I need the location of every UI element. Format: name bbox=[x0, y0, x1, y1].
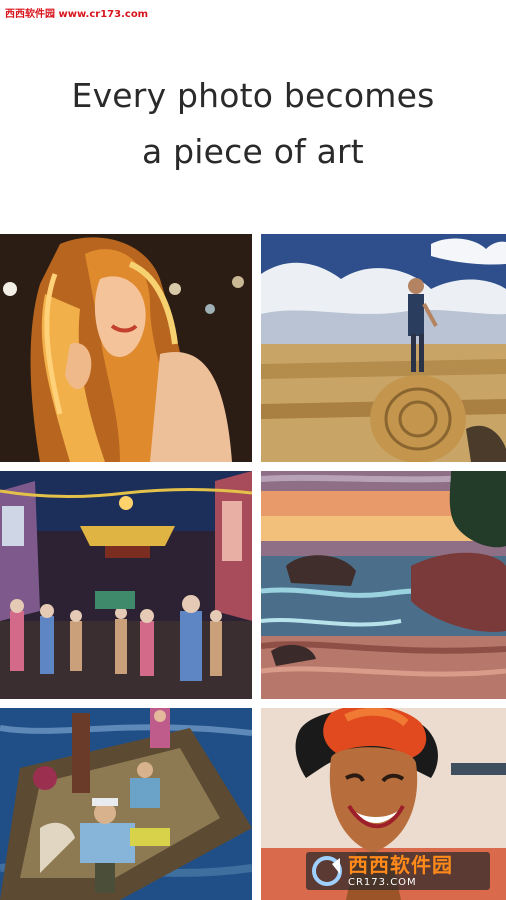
headline-line-2: a piece of art bbox=[142, 132, 364, 171]
gallery-photo-seashore[interactable] bbox=[261, 471, 506, 699]
watermark-logo-icon bbox=[310, 854, 344, 888]
artwork-seashore bbox=[261, 471, 506, 699]
headline: Every photo becomes a piece of art bbox=[0, 68, 506, 180]
gallery-photo-hay-bale[interactable] bbox=[261, 234, 506, 462]
artwork-boat bbox=[0, 708, 252, 900]
headline-line-1: Every photo becomes bbox=[71, 76, 435, 115]
artwork-hay-bale bbox=[261, 234, 506, 462]
gallery-photo-woman-hair[interactable] bbox=[0, 234, 252, 462]
watermark-top-text: 西西软件园 www.cr173.com bbox=[5, 9, 149, 20]
gallery-photo-boat[interactable] bbox=[0, 708, 252, 900]
artwork-woman-hair bbox=[0, 234, 252, 462]
watermark-badge-name: 西西软件园 bbox=[348, 852, 453, 877]
watermark-badge: 西西软件园 CR173.COM bbox=[306, 852, 490, 890]
artwork-night-market bbox=[0, 471, 252, 699]
watermark-badge-url: CR173.COM bbox=[348, 876, 417, 888]
gallery-photo-night-market[interactable] bbox=[0, 471, 252, 699]
